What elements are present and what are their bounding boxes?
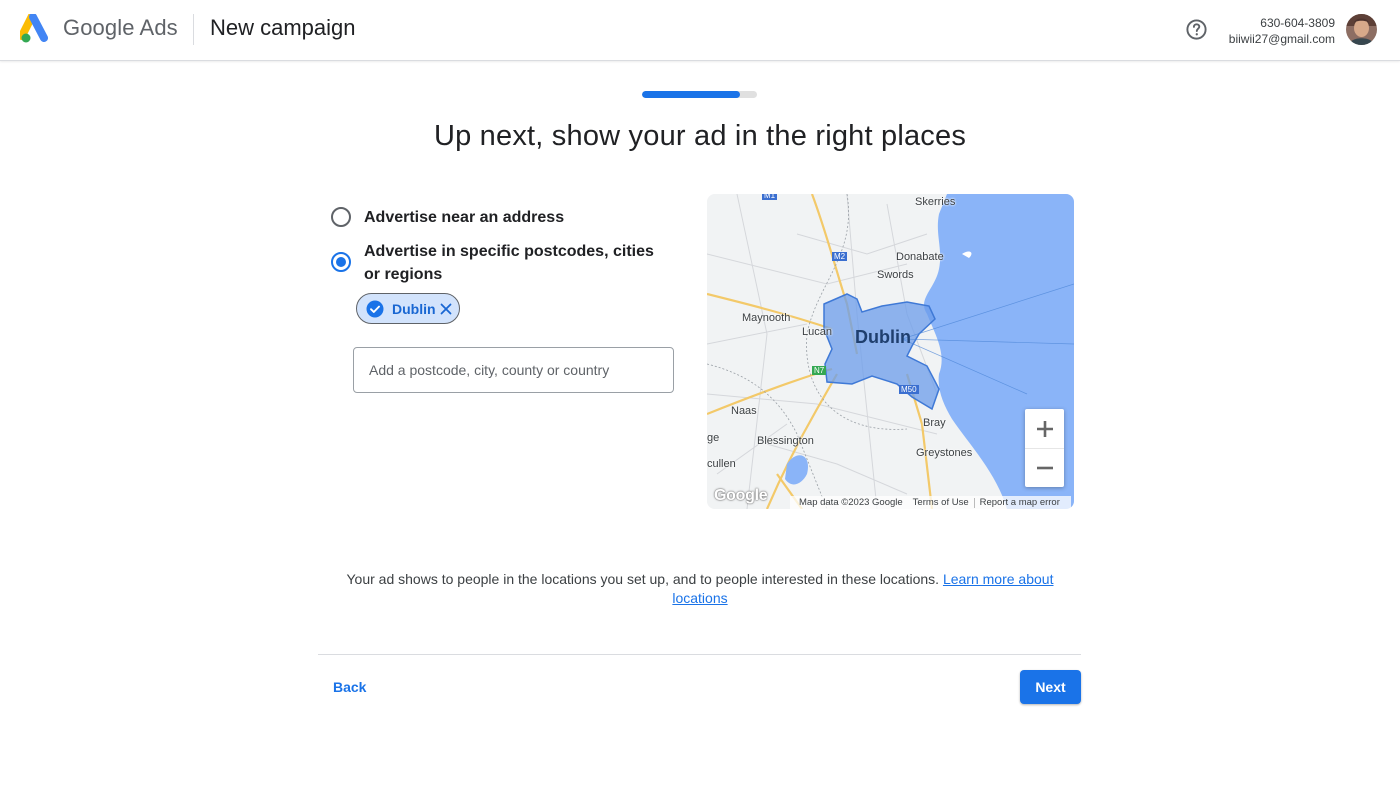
map-label-bray: Bray: [923, 417, 946, 429]
radio-near-address[interactable]: [331, 207, 351, 227]
map-canvas: [707, 194, 1074, 509]
back-button[interactable]: Back: [320, 670, 379, 704]
avatar-photo-icon: [1346, 14, 1377, 45]
locations-info: Your ad shows to people in the locations…: [340, 570, 1060, 608]
road-shield-n7: N7: [812, 366, 827, 375]
road-shield-m2: M2: [832, 252, 848, 261]
map-label-blessington: Blessington: [757, 435, 814, 447]
progress-bar-fill: [642, 91, 740, 98]
map-label-ge: ge: [707, 432, 720, 444]
account-info[interactable]: 630-604-3809 biiwii27@gmail.com: [1229, 15, 1335, 47]
google-watermark: Google: [714, 487, 768, 504]
option-near-address[interactable]: Advertise near an address: [331, 206, 564, 229]
page-title: New campaign: [210, 15, 356, 40]
map-label-swords: Swords: [877, 269, 914, 281]
map-label-greystones: Greystones: [916, 447, 973, 459]
radio-specific-regions[interactable]: [331, 252, 351, 272]
terms-of-use-link[interactable]: Terms of Use: [908, 497, 974, 508]
google-ads-logo-icon[interactable]: [20, 14, 54, 44]
avatar[interactable]: [1346, 14, 1377, 45]
report-map-error-link[interactable]: Report a map error: [975, 497, 1065, 508]
map-label-skerries: Skerries: [915, 196, 956, 208]
map-label-dublin: Dublin: [855, 327, 911, 347]
road-shield-m50: M50: [899, 385, 919, 394]
locations-info-text: Your ad shows to people in the locations…: [346, 571, 940, 587]
account-phone: 630-604-3809: [1260, 16, 1335, 30]
step-heading: Up next, show your ad in the right place…: [433, 120, 967, 152]
map-zoom-controls: [1025, 409, 1064, 487]
check-circle-icon: [366, 300, 384, 317]
footer-divider: [318, 654, 1081, 655]
close-icon[interactable]: [438, 301, 454, 317]
road-shield-m1: M1: [762, 194, 778, 200]
map-label-cullen: cullen: [707, 458, 736, 470]
map-label-maynooth: Maynooth: [742, 312, 791, 324]
map-attribution: Map data ©2023 Google Terms of Use Repor…: [790, 496, 1071, 509]
option-specific-regions[interactable]: Advertise in specific postcodes, cities …: [331, 240, 671, 286]
location-chip-dublin[interactable]: Dublin: [356, 293, 460, 324]
location-search-input[interactable]: [353, 347, 674, 393]
option-specific-regions-label[interactable]: Advertise in specific postcodes, cities …: [364, 240, 671, 286]
option-near-address-label[interactable]: Advertise near an address: [364, 206, 564, 229]
account-email: biiwii27@gmail.com: [1228, 32, 1335, 46]
zoom-out-button[interactable]: [1025, 448, 1064, 487]
map-data-text: Map data ©2023 Google: [799, 497, 903, 508]
location-map[interactable]: Skerries Donabate Swords Maynooth Lucan …: [707, 194, 1074, 509]
next-button[interactable]: Next: [1020, 670, 1081, 704]
brand-name: Google Ads: [63, 15, 178, 40]
chip-label: Dublin: [392, 300, 436, 317]
help-icon[interactable]: [1185, 18, 1208, 41]
progress-bar: [642, 91, 757, 98]
plus-icon: [1036, 420, 1053, 437]
minus-icon: [1036, 466, 1053, 470]
learn-more-link-line2[interactable]: locations: [672, 590, 727, 606]
zoom-in-button[interactable]: [1025, 409, 1064, 448]
map-label-donabate: Donabate: [896, 251, 944, 263]
header-divider: [193, 14, 194, 45]
learn-more-link-line1[interactable]: Learn more about: [943, 571, 1054, 587]
map-label-lucan: Lucan: [802, 326, 832, 338]
top-app-bar: Google Ads New campaign 630-604-3809 bii…: [0, 0, 1400, 61]
map-label-naas: Naas: [731, 405, 757, 417]
